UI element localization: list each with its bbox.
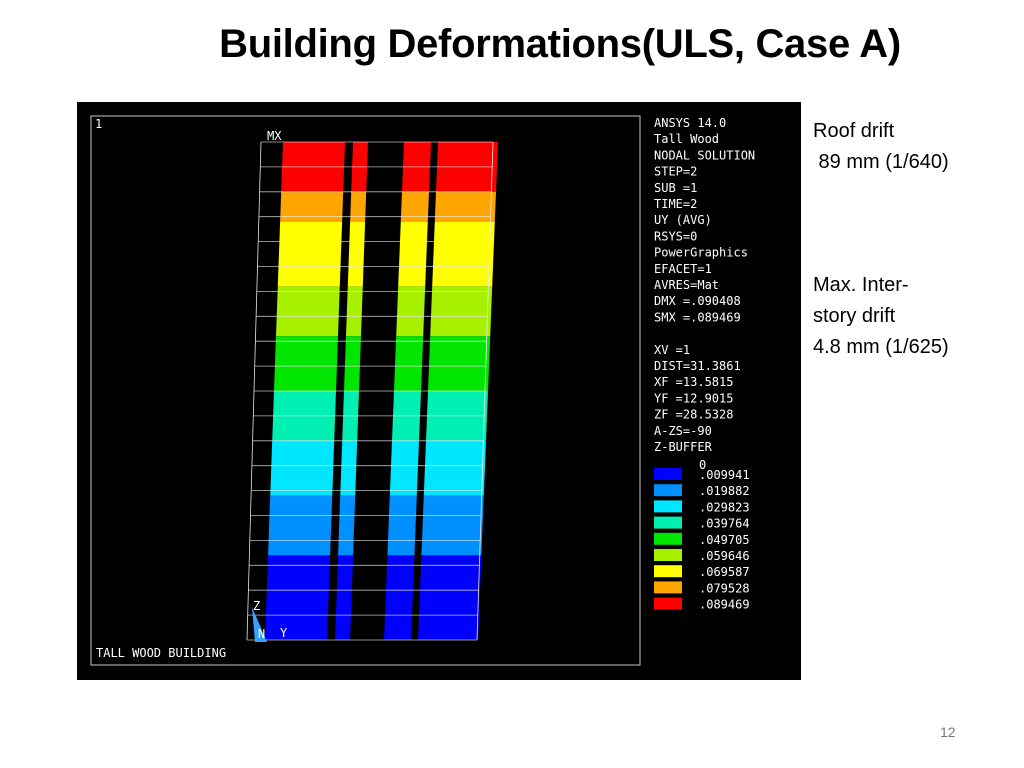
floor-lines [246, 141, 494, 641]
legend-value: .019882 [699, 484, 750, 498]
interstory-drift-note: Max. Inter- story drift 4.8 mm (1/625) [813, 270, 949, 363]
legend-swatch [654, 484, 682, 497]
legend-swatch [654, 565, 682, 578]
contour-band [430, 286, 493, 337]
contour-band [270, 440, 335, 496]
contour-band [398, 221, 428, 287]
contour-band [345, 286, 363, 337]
contour-band [268, 495, 333, 556]
contour-band [280, 191, 344, 222]
ansys-viewport: 1 MX Z N Y TALL WOOD BUILDING ANSYS 14.0… [77, 102, 801, 680]
info-line: XF =13.5815 [654, 375, 733, 389]
contour-band [335, 555, 354, 640]
contour-band [423, 440, 486, 496]
legend-swatch [654, 532, 682, 545]
contour-band [394, 336, 424, 391]
roof-drift-value: 89 mm (1/640) [813, 151, 949, 173]
contour-band [338, 495, 356, 556]
legend-value: .059646 [699, 549, 750, 563]
contour-band [344, 336, 361, 391]
info-line: ANSYS 14.0 [654, 116, 726, 130]
model-title: TALL WOOD BUILDING [96, 646, 226, 660]
info-line: SUB =1 [654, 181, 697, 195]
interstory-label-line1: Max. Inter- [813, 274, 909, 296]
info-line: XV =1 [654, 343, 690, 357]
info-line: Z-BUFFER [654, 440, 713, 454]
contour-band [275, 286, 340, 337]
legend-value: .039764 [699, 517, 750, 531]
info-line: DIST=31.3861 [654, 359, 741, 373]
contour-band [384, 555, 415, 640]
info-line: RSYS=0 [654, 229, 697, 243]
contour-band [396, 286, 426, 337]
contour-band [340, 440, 358, 496]
contour-band [428, 336, 491, 391]
legend-value: .079528 [699, 581, 750, 595]
legend-swatch [654, 597, 682, 610]
page-number: 12 [940, 724, 956, 740]
triad-y-label: Y [280, 626, 288, 640]
triad-n-label: N [258, 627, 265, 641]
info-line: TIME=2 [654, 197, 697, 211]
legend-swatch [654, 581, 682, 594]
legend-value: .029823 [699, 500, 750, 514]
info-line: SMX =.089469 [654, 310, 741, 324]
contour-band [350, 191, 367, 222]
contour-band [389, 440, 419, 496]
info-line: A-ZS=-90 [654, 424, 712, 438]
contour-band [347, 221, 366, 287]
contour-band [418, 555, 482, 640]
legend-value: .069587 [699, 565, 750, 579]
info-line: UY (AVG) [654, 213, 712, 227]
max-marker: MX [267, 129, 282, 143]
legend-swatch [654, 516, 682, 529]
info-line: AVRES=Mat [654, 278, 719, 292]
solution-info: ANSYS 14.0 Tall Wood NODAL SOLUTION STEP=2 S… [654, 116, 755, 454]
contour-band [432, 221, 495, 287]
contour-band [277, 221, 343, 287]
roof-drift-label: Roof drift [813, 120, 895, 142]
interstory-drift-value: 4.8 mm (1/625) [813, 336, 949, 358]
interstory-label-line2: story drift [813, 305, 896, 327]
window-number: 1 [95, 117, 102, 131]
contour-band [421, 495, 484, 556]
contour-band [265, 555, 331, 640]
info-line: Tall Wood [654, 132, 719, 146]
roof-drift-note: Roof drift 89 mm (1/640) [813, 116, 949, 178]
contour-legend: .009941 .019882 .029823 .039764 .049705 .0596… [654, 468, 750, 612]
legend-swatch [654, 500, 682, 513]
triad-z-label: Z [253, 599, 260, 613]
contour-band [434, 191, 496, 222]
contour-band [274, 336, 338, 391]
slide-title: Building Deformations(ULS, Case A) [219, 22, 901, 66]
legend-swatch [654, 468, 682, 480]
legend-value: .089469 [699, 598, 750, 612]
legend-swatch [654, 549, 682, 561]
info-line: NODAL SOLUTION [654, 148, 755, 162]
info-line: DMX =.090408 [654, 294, 741, 308]
ansys-graphics: 1 MX Z N Y TALL WOOD BUILDING ANSYS 14.0… [90, 115, 755, 666]
legend-value: .049705 [699, 533, 750, 547]
contour-band [400, 191, 429, 222]
info-line: STEP=2 [654, 165, 697, 179]
info-line: YF =12.9015 [654, 391, 733, 405]
legend-value: .009941 [699, 468, 750, 482]
info-line: PowerGraphics [654, 246, 748, 260]
info-line: ZF =28.5328 [654, 408, 733, 422]
info-line: EFACET=1 [654, 262, 712, 276]
contour-band [387, 495, 417, 556]
